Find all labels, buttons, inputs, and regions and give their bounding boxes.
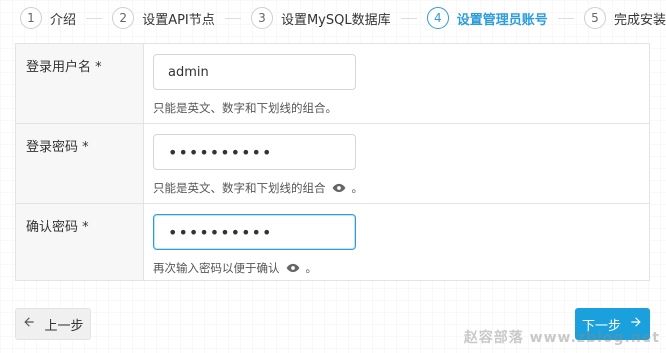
username-help: 只能是英文、数字和下划线的组合。 (153, 100, 649, 116)
step-number: 3 (250, 7, 273, 29)
confirm-password-help-text: 再次输入密码以便于确认 (153, 261, 280, 275)
admin-account-form: 登录用户名 * admin 只能是英文、数字和下划线的组合。 登录密码 * ••… (15, 43, 650, 281)
step-label: 完成安装 (614, 12, 666, 28)
step-separator (557, 17, 574, 19)
step-label: 设置API节点 (142, 12, 215, 28)
form-row-password: 登录密码 * •••••••••• 只能是英文、数字和下划线的组合 。 (16, 124, 649, 204)
confirm-password-label: 确认密码 * (16, 204, 144, 280)
step-number: 1 (20, 7, 42, 29)
step-label: 设置MySQL数据库 (280, 12, 391, 28)
confirm-password-field-wrap: •••••••••• 再次输入密码以便于确认 。 (144, 204, 649, 280)
step-number: 5 (584, 7, 606, 29)
site-watermark: 赵容部落 www.zblog.net (463, 330, 660, 346)
step-number: 2 (112, 7, 135, 29)
step-3: 3 设置MySQL数据库 (250, 7, 391, 29)
arrow-left-icon (22, 315, 36, 333)
confirm-password-help-suffix: 。 (305, 261, 318, 275)
step-separator (86, 17, 103, 19)
previous-step-button[interactable]: 上一步 (15, 308, 91, 340)
password-help-suffix: 。 (351, 181, 364, 195)
install-steps: 1 介绍 2 设置API节点 3 设置MySQL数据库 4 设置管理员账号 5 … (0, 0, 666, 36)
username-label: 登录用户名 * (16, 44, 144, 123)
step-label: 设置管理员账号 (456, 12, 548, 28)
form-row-username: 登录用户名 * admin 只能是英文、数字和下划线的组合。 (16, 44, 649, 124)
confirm-password-input[interactable]: •••••••••• (153, 214, 356, 250)
password-help-text: 只能是英文、数字和下划线的组合 (153, 181, 326, 195)
step-separator (400, 17, 417, 19)
step-4-active: 4 设置管理员账号 (426, 7, 548, 29)
password-field-wrap: •••••••••• 只能是英文、数字和下划线的组合 。 (144, 124, 649, 203)
username-field-wrap: admin 只能是英文、数字和下划线的组合。 (144, 44, 649, 123)
password-input[interactable]: •••••••••• (153, 134, 356, 170)
step-2: 2 设置API节点 (112, 7, 215, 29)
username-input[interactable]: admin (153, 54, 356, 90)
previous-step-label: 上一步 (44, 318, 84, 334)
confirm-password-help: 再次输入密码以便于确认 。 (153, 260, 649, 276)
username-help-text: 只能是英文、数字和下划线的组合。 (153, 101, 337, 115)
step-1: 1 介绍 (20, 7, 76, 29)
step-5: 5 完成安装 (584, 7, 666, 29)
step-label: 介绍 (50, 12, 77, 28)
eye-icon[interactable] (332, 181, 346, 195)
password-help: 只能是英文、数字和下划线的组合 。 (153, 180, 649, 196)
step-separator (224, 17, 241, 19)
step-number: 4 (426, 7, 449, 29)
eye-icon[interactable] (286, 261, 300, 275)
form-row-confirm-password: 确认密码 * •••••••••• 再次输入密码以便于确认 。 (16, 204, 649, 280)
password-label: 登录密码 * (16, 124, 144, 203)
